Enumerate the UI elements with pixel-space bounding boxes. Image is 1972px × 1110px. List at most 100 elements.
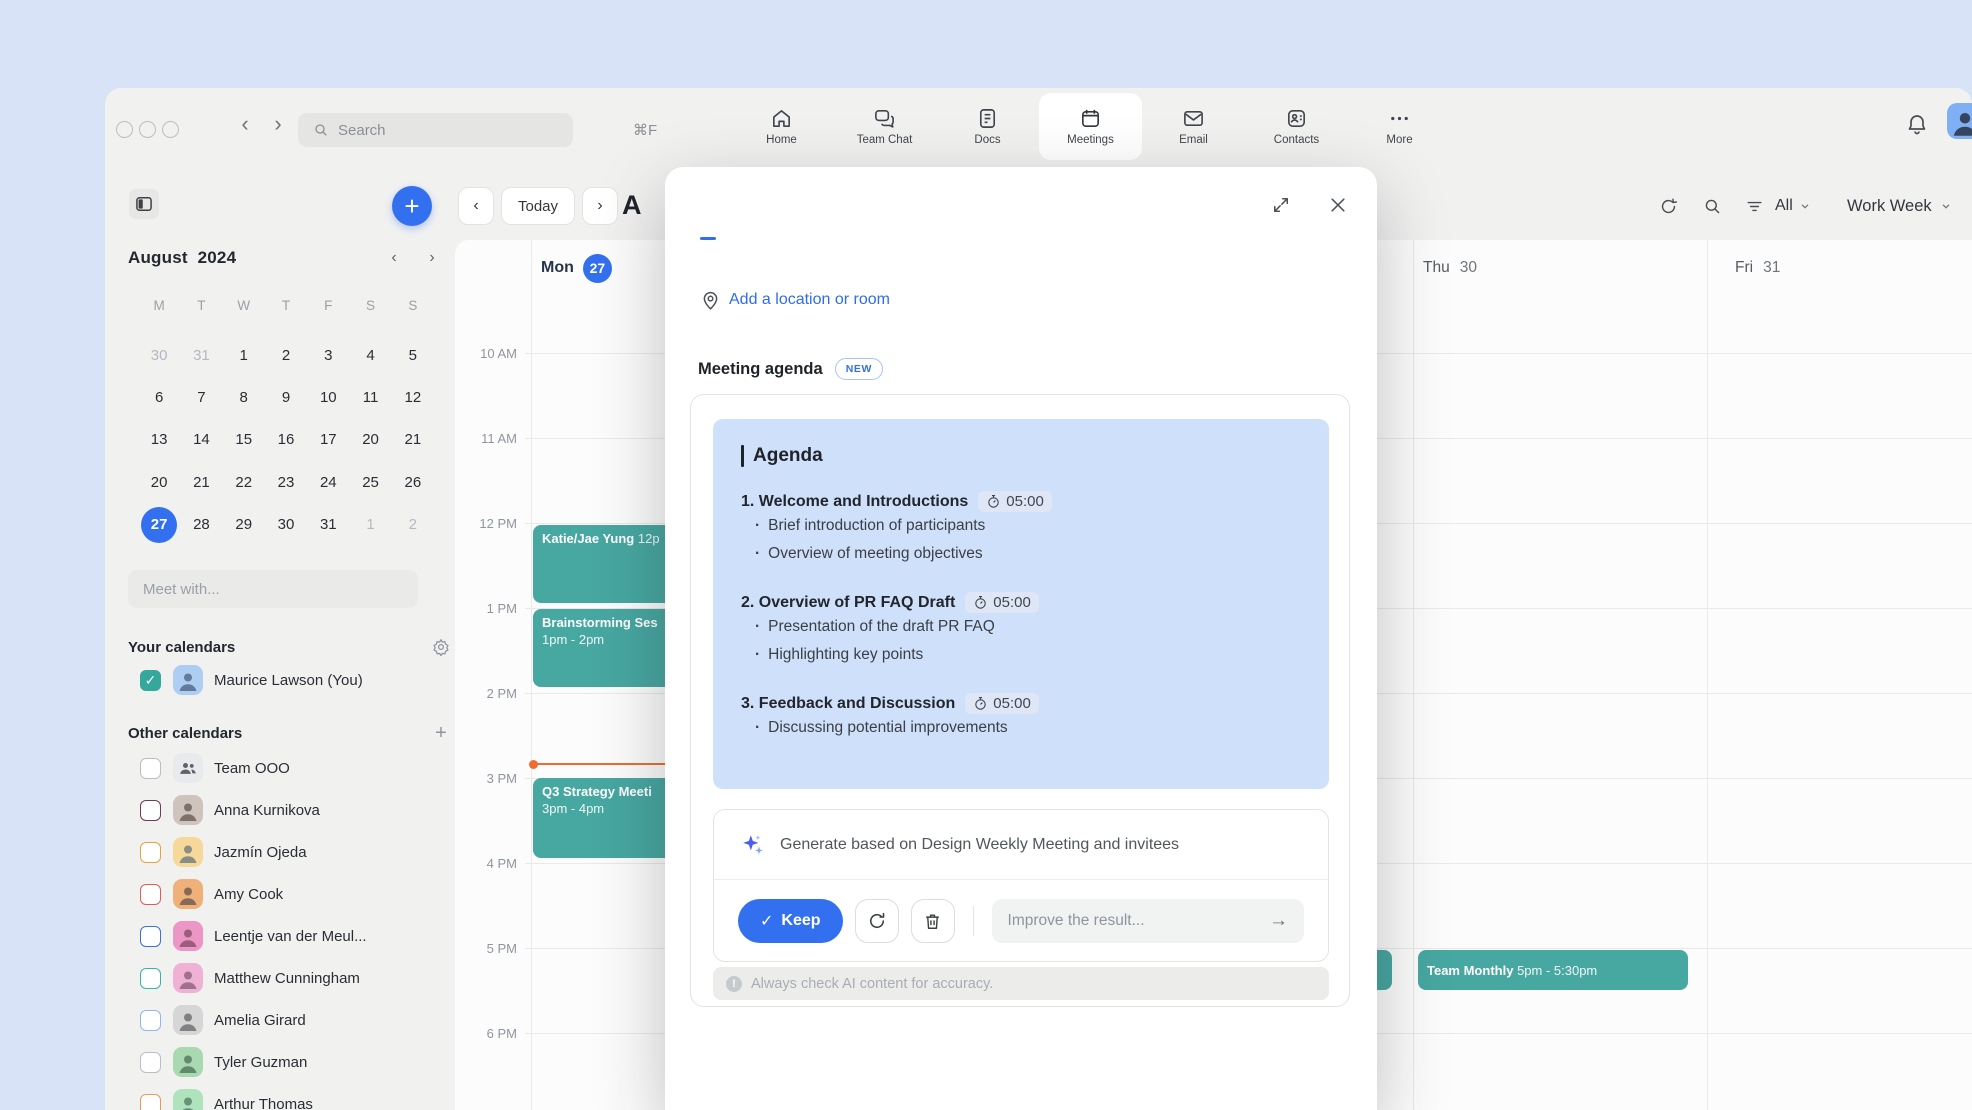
calendar-row[interactable]: Amelia Girard bbox=[105, 999, 455, 1041]
expand-modal-icon[interactable] bbox=[1269, 193, 1293, 217]
mini-calendar-day[interactable]: 27 bbox=[138, 504, 180, 546]
event-team-monthly[interactable]: Team Monthly 5pm - 5:30pm bbox=[1418, 950, 1688, 990]
refresh-icon[interactable] bbox=[1653, 191, 1683, 221]
tab-docs[interactable]: Docs bbox=[936, 93, 1039, 160]
add-location-link[interactable]: Add a location or room bbox=[729, 291, 890, 309]
close-modal-icon[interactable] bbox=[1326, 193, 1350, 217]
calendar-row[interactable]: Anna Kurnikova bbox=[105, 789, 455, 831]
mini-calendar-day[interactable]: 31 bbox=[180, 334, 222, 376]
improve-result-input[interactable]: Improve the result... → bbox=[992, 899, 1304, 943]
delete-button[interactable] bbox=[911, 899, 955, 943]
mini-calendar-day[interactable]: 7 bbox=[180, 376, 222, 418]
duration-chip[interactable]: 05:00 bbox=[978, 491, 1052, 512]
calendar-prev-button[interactable]: ‹ bbox=[458, 187, 494, 225]
mini-calendar-day[interactable]: 21 bbox=[180, 461, 222, 503]
calendar-row[interactable]: Leentje van der Meul... bbox=[105, 915, 455, 957]
meet-with-input[interactable]: Meet with... bbox=[128, 570, 418, 608]
agenda-editor[interactable]: Agenda 1. Welcome and Introductions 05:0… bbox=[713, 419, 1329, 789]
calendar-next-button[interactable]: › bbox=[582, 187, 618, 225]
window-minimize-button[interactable] bbox=[139, 121, 156, 138]
calendar-row[interactable]: Jazmín Ojeda bbox=[105, 831, 455, 873]
mini-calendar-day[interactable]: 5 bbox=[392, 334, 434, 376]
tab-home[interactable]: Home bbox=[730, 93, 833, 160]
location-row[interactable]: Add a location or room bbox=[700, 287, 890, 313]
tab-more[interactable]: More bbox=[1348, 93, 1451, 160]
mini-calendar-day[interactable]: 21 bbox=[392, 419, 434, 461]
mini-calendar-day[interactable]: 11 bbox=[349, 376, 391, 418]
checkbox[interactable] bbox=[140, 926, 161, 947]
window-zoom-button[interactable] bbox=[162, 121, 179, 138]
mini-calendar-day[interactable]: 26 bbox=[392, 461, 434, 503]
notifications-bell-icon[interactable] bbox=[1903, 107, 1931, 141]
submit-arrow-icon[interactable]: → bbox=[1269, 910, 1288, 932]
meeting-agenda-section-label: Meeting agenda NEW bbox=[698, 358, 883, 380]
user-avatar[interactable] bbox=[1947, 103, 1972, 139]
mini-calendar-day[interactable]: 13 bbox=[138, 419, 180, 461]
mini-calendar-day[interactable]: 6 bbox=[138, 376, 180, 418]
sidebar-toggle-icon[interactable] bbox=[129, 189, 159, 219]
duration-chip[interactable]: 05:00 bbox=[965, 592, 1039, 613]
mini-calendar-day[interactable]: 4 bbox=[349, 334, 391, 376]
calendar-row[interactable]: Team OOO bbox=[105, 747, 455, 789]
mini-calendar-day[interactable]: 16 bbox=[265, 419, 307, 461]
calendar-row-owner[interactable]: ✓ Maurice Lawson (You) bbox=[105, 659, 455, 701]
checkbox[interactable] bbox=[140, 842, 161, 863]
window-close-button[interactable] bbox=[116, 121, 133, 138]
history-back-button[interactable]: ‹ bbox=[231, 107, 259, 141]
mini-calendar-day[interactable]: 14 bbox=[180, 419, 222, 461]
mini-calendar-day[interactable]: 15 bbox=[223, 419, 265, 461]
mini-calendar-prev-icon[interactable]: ‹ bbox=[385, 248, 403, 268]
checkbox[interactable] bbox=[140, 884, 161, 905]
checkbox-checked[interactable]: ✓ bbox=[140, 670, 161, 691]
duration-chip[interactable]: 05:00 bbox=[965, 693, 1039, 714]
calendar-row[interactable]: Tyler Guzman bbox=[105, 1041, 455, 1083]
calendar-row[interactable]: Arthur Thomas bbox=[105, 1083, 455, 1110]
tab-team-chat[interactable]: Team Chat bbox=[833, 93, 936, 160]
mini-calendar-day[interactable]: 23 bbox=[265, 461, 307, 503]
search-events-icon[interactable] bbox=[1697, 191, 1727, 221]
mini-calendar-day[interactable]: 1 bbox=[349, 504, 391, 546]
mini-calendar-day[interactable]: 31 bbox=[307, 504, 349, 546]
add-calendar-plus-icon[interactable]: + bbox=[430, 722, 452, 744]
global-search-input[interactable]: Search ⌘F bbox=[298, 113, 573, 147]
mini-calendar-day[interactable]: 9 bbox=[265, 376, 307, 418]
create-event-button[interactable]: + bbox=[392, 186, 432, 226]
mini-calendar-day[interactable]: 1 bbox=[223, 334, 265, 376]
checkbox[interactable] bbox=[140, 758, 161, 779]
regenerate-button[interactable] bbox=[855, 899, 899, 943]
mini-calendar-day[interactable]: 29 bbox=[223, 504, 265, 546]
filter-icon[interactable] bbox=[1739, 191, 1769, 221]
history-forward-button[interactable]: › bbox=[264, 107, 292, 141]
checkbox[interactable] bbox=[140, 1052, 161, 1073]
mini-calendar-day[interactable]: 20 bbox=[349, 419, 391, 461]
today-button[interactable]: Today bbox=[501, 187, 575, 225]
keep-button[interactable]: ✓ Keep bbox=[738, 899, 843, 943]
mini-calendar-day[interactable]: 12 bbox=[392, 376, 434, 418]
calendar-row[interactable]: Amy Cook bbox=[105, 873, 455, 915]
filter-all-dropdown[interactable]: All bbox=[1775, 191, 1811, 221]
checkbox[interactable] bbox=[140, 1094, 161, 1110]
calendar-settings-gear-icon[interactable] bbox=[430, 636, 452, 658]
mini-calendar-day[interactable]: 17 bbox=[307, 419, 349, 461]
tab-contacts[interactable]: Contacts bbox=[1245, 93, 1348, 160]
checkbox[interactable] bbox=[140, 968, 161, 989]
checkbox[interactable] bbox=[140, 800, 161, 821]
mini-calendar-day[interactable]: 10 bbox=[307, 376, 349, 418]
tab-email[interactable]: Email bbox=[1142, 93, 1245, 160]
mini-calendar-day[interactable]: 20 bbox=[138, 461, 180, 503]
mini-calendar-day[interactable]: 30 bbox=[265, 504, 307, 546]
mini-calendar-day[interactable]: 2 bbox=[265, 334, 307, 376]
mini-calendar-day[interactable]: 30 bbox=[138, 334, 180, 376]
calendar-row[interactable]: Matthew Cunningham bbox=[105, 957, 455, 999]
mini-calendar-day[interactable]: 2 bbox=[392, 504, 434, 546]
mini-calendar-day[interactable]: 28 bbox=[180, 504, 222, 546]
mini-calendar-day[interactable]: 24 bbox=[307, 461, 349, 503]
view-selector-dropdown[interactable]: Work Week bbox=[1847, 191, 1952, 221]
checkbox[interactable] bbox=[140, 1010, 161, 1031]
mini-calendar-day[interactable]: 25 bbox=[349, 461, 391, 503]
mini-calendar-next-icon[interactable]: › bbox=[423, 248, 441, 268]
mini-calendar-day[interactable]: 22 bbox=[223, 461, 265, 503]
tab-meetings[interactable]: Meetings bbox=[1039, 93, 1142, 160]
mini-calendar-day[interactable]: 8 bbox=[223, 376, 265, 418]
mini-calendar-day[interactable]: 3 bbox=[307, 334, 349, 376]
